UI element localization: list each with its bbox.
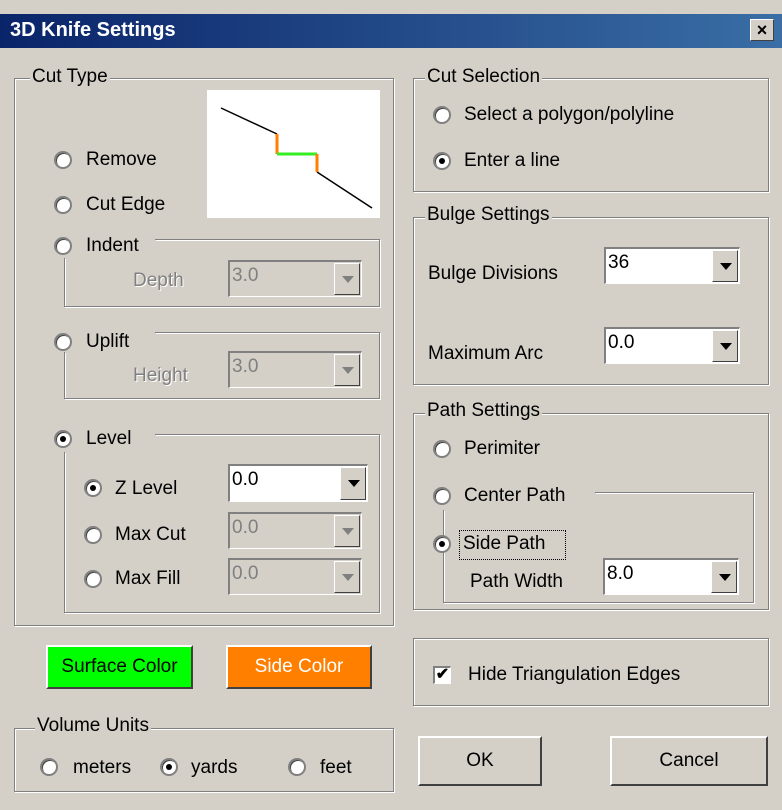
maximum-arc-combo[interactable]: 0.0: [604, 327, 740, 364]
center-path-bracket-top: [595, 492, 753, 493]
ok-button[interactable]: OK: [418, 736, 542, 786]
max-cut-value: 0.0: [232, 517, 259, 538]
enter-line-radio[interactable]: [433, 152, 451, 170]
uplift-radio[interactable]: [54, 333, 72, 351]
bulge-settings-label: Bulge Settings: [425, 204, 552, 225]
cut-selection-group: [413, 78, 769, 192]
level-radio[interactable]: [54, 430, 72, 448]
perimiter-label: Perimiter: [464, 438, 541, 459]
cut-edge-radio[interactable]: [54, 196, 72, 214]
z-level-combo[interactable]: 0.0: [228, 464, 368, 502]
select-polygon-radio[interactable]: [433, 106, 451, 124]
window-title: 3D Knife Settings: [10, 19, 176, 41]
center-path-label: Center Path: [464, 485, 566, 506]
center-path-bracket-left: [443, 510, 444, 602]
yards-label: yards: [191, 757, 238, 778]
maximum-arc-value: 0.0: [608, 332, 635, 353]
max-fill-combo[interactable]: 0.0: [228, 558, 362, 595]
bulge-divisions-value: 36: [608, 252, 630, 273]
path-width-value: 8.0: [607, 563, 634, 584]
height-combo[interactable]: 3.0: [228, 351, 362, 388]
enter-line-label: Enter a line: [464, 150, 561, 171]
meters-radio[interactable]: [40, 758, 58, 776]
indent-bracket-left: [64, 258, 65, 306]
meters-label: meters: [73, 757, 132, 778]
hide-triangulation-label: Hide Triangulation Edges: [468, 664, 681, 685]
checkmark-icon: ✔: [435, 666, 450, 683]
center-path-bracket-right: [753, 492, 754, 603]
side-color-button[interactable]: Side Color: [226, 645, 372, 689]
ok-label: OK: [466, 750, 494, 771]
cut-preview-image: [207, 90, 380, 218]
hide-triangulation-checkbox[interactable]: ✔: [433, 666, 451, 684]
max-fill-radio[interactable]: [84, 570, 102, 588]
side-path-label: Side Path: [463, 533, 546, 554]
dropdown-arrow-icon[interactable]: [334, 515, 360, 547]
uplift-bracket-bottom: [64, 398, 379, 399]
uplift-bracket-top: [155, 332, 379, 333]
feet-radio[interactable]: [288, 758, 306, 776]
uplift-label: Uplift: [86, 331, 130, 352]
center-path-bracket-bottom: [443, 602, 753, 603]
level-bracket-bottom: [64, 612, 379, 613]
level-bracket-left: [64, 452, 65, 612]
bulge-divisions-combo[interactable]: 36: [604, 247, 740, 284]
level-bracket-right: [379, 434, 380, 613]
surface-color-label: Surface Color: [61, 656, 178, 677]
side-color-label: Side Color: [254, 656, 344, 677]
max-fill-label: Max Fill: [115, 568, 181, 589]
cancel-label: Cancel: [659, 750, 719, 771]
cut-edge-label: Cut Edge: [86, 194, 166, 215]
indent-radio[interactable]: [54, 237, 72, 255]
indent-label: Indent: [86, 235, 139, 256]
title-bar[interactable]: 3D Knife Settings ×: [0, 14, 782, 48]
z-level-value: 0.0: [232, 469, 259, 490]
depth-value: 3.0: [232, 265, 259, 286]
depth-label: Depth: [133, 270, 184, 291]
dropdown-arrow-icon[interactable]: [334, 561, 360, 593]
select-polygon-label: Select a polygon/polyline: [464, 104, 675, 125]
volume-units-label: Volume Units: [35, 715, 151, 736]
dropdown-arrow-icon[interactable]: [712, 330, 738, 362]
cancel-button[interactable]: Cancel: [610, 736, 768, 786]
level-label: Level: [86, 428, 132, 449]
z-level-label: Z Level: [115, 478, 178, 499]
remove-label: Remove: [86, 149, 157, 170]
bulge-divisions-label: Bulge Divisions: [428, 263, 558, 284]
uplift-bracket-left: [64, 352, 65, 398]
perimiter-radio[interactable]: [433, 440, 451, 458]
indent-bracket-top: [155, 239, 379, 240]
path-width-combo[interactable]: 8.0: [603, 558, 739, 595]
depth-combo[interactable]: 3.0: [228, 260, 362, 297]
path-settings-label: Path Settings: [425, 400, 543, 421]
level-bracket-top: [155, 434, 379, 435]
dropdown-arrow-icon[interactable]: [712, 250, 738, 282]
dropdown-arrow-icon[interactable]: [711, 561, 737, 593]
maximum-arc-label: Maximum Arc: [428, 343, 544, 364]
max-cut-combo[interactable]: 0.0: [228, 512, 362, 549]
z-level-radio[interactable]: [84, 479, 102, 497]
path-width-label: Path Width: [470, 571, 563, 592]
surface-color-button[interactable]: Surface Color: [46, 645, 193, 689]
center-path-radio[interactable]: [433, 487, 451, 505]
dropdown-arrow-icon[interactable]: [334, 263, 360, 295]
close-button[interactable]: ×: [750, 19, 774, 41]
max-cut-radio[interactable]: [84, 526, 102, 544]
side-path-radio[interactable]: [433, 535, 451, 553]
max-fill-value: 0.0: [232, 563, 259, 584]
yards-radio[interactable]: [160, 758, 178, 776]
max-cut-label: Max Cut: [115, 524, 186, 545]
height-value: 3.0: [232, 356, 259, 377]
dropdown-arrow-icon[interactable]: [340, 467, 366, 500]
feet-label: feet: [320, 757, 352, 778]
indent-bracket-right: [379, 239, 380, 307]
uplift-bracket-right: [379, 332, 380, 399]
indent-bracket-bottom: [64, 306, 379, 307]
close-icon: ×: [756, 20, 768, 40]
height-label: Height: [133, 365, 188, 386]
remove-radio[interactable]: [54, 151, 72, 169]
dropdown-arrow-icon[interactable]: [334, 354, 360, 386]
cut-type-label: Cut Type: [30, 66, 110, 87]
cut-selection-label: Cut Selection: [425, 66, 543, 87]
